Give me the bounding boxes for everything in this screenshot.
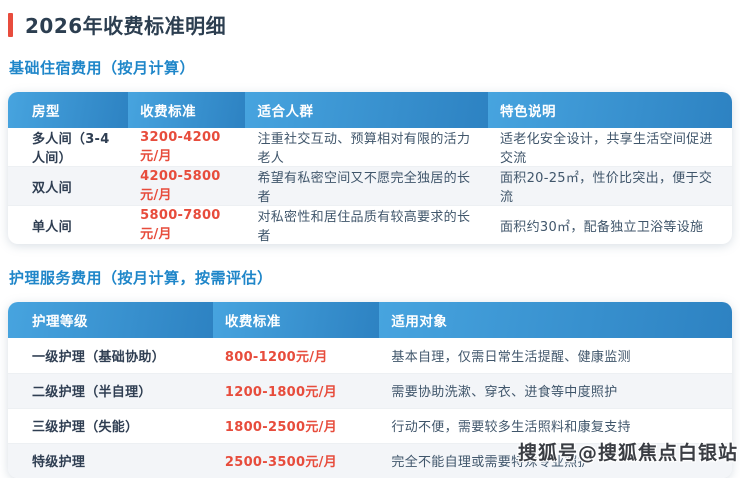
- column-header-nursing-level: 护理等级: [8, 302, 213, 338]
- table-header-row: 房型 收费标准 适合人群 特色说明: [8, 92, 732, 128]
- accommodation-fee-table: 房型 收费标准 适合人群 特色说明 多人间（3-4人间） 3200-4200元/…: [8, 92, 732, 244]
- column-header-price: 收费标准: [128, 92, 245, 128]
- room-type-cell: 多人间（3-4人间）: [8, 128, 128, 167]
- page-title: 2026年收费标准明细: [25, 10, 226, 39]
- room-type-cell: 单人间: [8, 206, 128, 245]
- price-cell: 5800-7800元/月: [128, 206, 245, 245]
- feature-cell: 适老化安全设计，共享生活空间促进交流: [488, 128, 732, 167]
- table-row: 二级护理（半自理） 1200-1800元/月 需要协助洗漱、穿衣、进食等中度照护: [8, 373, 732, 408]
- section-title-nursing: 护理服务费用（按月计算，按需评估）: [9, 267, 732, 288]
- page-title-row: 2026年收费标准明细: [8, 10, 732, 39]
- room-type-cell: 双人间: [8, 167, 128, 206]
- table-header-row: 护理等级 收费标准 适用对象: [8, 302, 732, 338]
- target-cell: 基本自理，仅需日常生活提醒、健康监测: [379, 338, 732, 373]
- nursing-level-cell: 一级护理（基础协助）: [8, 338, 213, 373]
- column-header-audience: 适合人群: [245, 92, 488, 128]
- section-title-accommodation: 基础住宿费用（按月计算）: [9, 57, 732, 78]
- column-header-target: 适用对象: [379, 302, 732, 338]
- nursing-level-cell: 三级护理（失能）: [8, 408, 213, 443]
- table-row: 多人间（3-4人间） 3200-4200元/月 注重社交互动、预算相对有限的活力…: [8, 128, 732, 167]
- fee-detail-page: 2026年收费标准明细 基础住宿费用（按月计算） 房型 收费标准 适合人群 特色…: [0, 0, 740, 478]
- table-row: 一级护理（基础协助） 800-1200元/月 基本自理，仅需日常生活提醒、健康监…: [8, 338, 732, 373]
- sohu-watermark: 搜狐号@搜狐焦点白银站: [518, 438, 738, 465]
- column-header-room-type: 房型: [8, 92, 128, 128]
- audience-cell: 对私密性和居住品质有较高要求的长者: [245, 206, 488, 245]
- price-cell: 1800-2500元/月: [213, 408, 380, 443]
- target-cell: 需要协助洗漱、穿衣、进食等中度照护: [379, 373, 732, 408]
- column-header-feature: 特色说明: [488, 92, 732, 128]
- accommodation-fee-card: 房型 收费标准 适合人群 特色说明 多人间（3-4人间） 3200-4200元/…: [8, 92, 732, 244]
- price-cell: 2500-3500元/月: [213, 443, 380, 478]
- nursing-level-cell: 二级护理（半自理）: [8, 373, 213, 408]
- table-row: 双人间 4200-5800元/月 希望有私密空间又不愿完全独居的长者 面积20-…: [8, 167, 732, 206]
- title-accent-bar: [8, 13, 13, 37]
- price-cell: 1200-1800元/月: [213, 373, 380, 408]
- price-cell: 800-1200元/月: [213, 338, 380, 373]
- price-cell: 4200-5800元/月: [128, 167, 245, 206]
- audience-cell: 注重社交互动、预算相对有限的活力老人: [245, 128, 488, 167]
- audience-cell: 希望有私密空间又不愿完全独居的长者: [245, 167, 488, 206]
- table-row: 单人间 5800-7800元/月 对私密性和居住品质有较高要求的长者 面积约30…: [8, 206, 732, 245]
- column-header-price: 收费标准: [213, 302, 380, 338]
- nursing-level-cell: 特级护理: [8, 443, 213, 478]
- feature-cell: 面积约30㎡，配备独立卫浴等设施: [488, 206, 732, 245]
- price-cell: 3200-4200元/月: [128, 128, 245, 167]
- feature-cell: 面积20-25㎡，性价比突出，便于交流: [488, 167, 732, 206]
